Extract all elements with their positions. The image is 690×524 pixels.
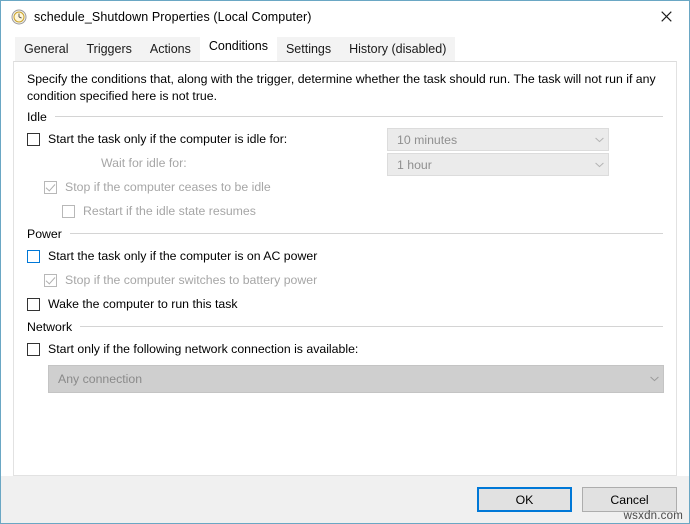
row-restart-if-idle-resumes: Restart if the idle state resumes bbox=[27, 199, 663, 223]
tab-actions[interactable]: Actions bbox=[140, 37, 200, 62]
label-start-if-ac-power: Start the task only if the computer is o… bbox=[48, 249, 318, 263]
label-restart-if-idle-resumes: Restart if the idle state resumes bbox=[83, 204, 256, 218]
chevron-down-icon bbox=[590, 162, 608, 168]
dialog-footer: OK Cancel wsxdn.com bbox=[1, 476, 689, 523]
window-title: schedule_Shutdown Properties (Local Comp… bbox=[34, 9, 312, 24]
checkbox-stop-if-ceases-idle bbox=[44, 180, 57, 194]
group-header-idle: Idle bbox=[27, 108, 663, 125]
tab-triggers[interactable]: Triggers bbox=[77, 37, 141, 62]
group-header-power: Power bbox=[27, 225, 663, 242]
row-wait-for-idle: Wait for idle for: 1 hour bbox=[27, 151, 663, 176]
group-label-idle: Idle bbox=[27, 109, 47, 124]
group-label-network: Network bbox=[27, 319, 73, 334]
tab-history[interactable]: History (disabled) bbox=[340, 37, 456, 62]
properties-dialog: schedule_Shutdown Properties (Local Comp… bbox=[0, 0, 690, 524]
row-wake-computer: Wake the computer to run this task bbox=[27, 292, 663, 316]
panel-description: Specify the conditions that, along with … bbox=[27, 72, 656, 103]
checkbox-start-if-ac-power[interactable] bbox=[27, 249, 40, 263]
checkbox-restart-if-idle-resumes bbox=[62, 204, 75, 218]
cancel-button[interactable]: Cancel bbox=[582, 487, 677, 512]
tab-settings[interactable]: Settings bbox=[276, 37, 341, 62]
clock-scheduler-icon bbox=[11, 9, 27, 25]
checkbox-stop-if-battery bbox=[44, 273, 57, 287]
label-stop-if-battery: Stop if the computer switches to battery… bbox=[65, 273, 318, 287]
label-start-if-idle: Start the task only if the computer is i… bbox=[48, 132, 288, 146]
row-start-if-ac-power: Start the task only if the computer is o… bbox=[27, 244, 663, 268]
dropdown-network-connection-value: Any connection bbox=[58, 372, 143, 386]
label-wait-for-idle: Wait for idle for: bbox=[101, 156, 187, 170]
group-divider-power bbox=[69, 233, 663, 234]
row-network-connection: Any connection bbox=[27, 361, 664, 397]
watermark: wsxdn.com bbox=[623, 510, 683, 522]
label-wake-computer: Wake the computer to run this task bbox=[48, 297, 238, 311]
checkbox-start-if-idle[interactable] bbox=[27, 132, 40, 146]
tab-strip: General Triggers Actions Conditions Sett… bbox=[1, 32, 689, 62]
dropdown-network-connection[interactable]: Any connection bbox=[48, 365, 664, 393]
row-stop-if-battery: Stop if the computer switches to battery… bbox=[27, 268, 663, 292]
checkbox-start-if-network[interactable] bbox=[27, 342, 40, 356]
tab-general[interactable]: General bbox=[15, 37, 78, 62]
chevron-down-icon bbox=[590, 137, 608, 143]
title-bar: schedule_Shutdown Properties (Local Comp… bbox=[1, 1, 689, 32]
conditions-panel: Specify the conditions that, along with … bbox=[13, 61, 677, 476]
label-stop-if-ceases-idle: Stop if the computer ceases to be idle bbox=[65, 180, 271, 194]
checkbox-wake-computer[interactable] bbox=[27, 297, 40, 311]
label-start-if-network: Start only if the following network conn… bbox=[48, 342, 359, 356]
tab-conditions[interactable]: Conditions bbox=[199, 36, 277, 61]
dropdown-wait-duration-value: 1 hour bbox=[397, 157, 432, 172]
close-icon[interactable] bbox=[643, 1, 689, 31]
group-divider-network bbox=[80, 326, 663, 327]
row-start-if-idle: Start the task only if the computer is i… bbox=[27, 127, 663, 151]
group-header-network: Network bbox=[27, 318, 663, 335]
row-start-if-network: Start only if the following network conn… bbox=[27, 337, 663, 361]
ok-button[interactable]: OK bbox=[477, 487, 572, 512]
group-label-power: Power bbox=[27, 226, 62, 241]
dropdown-idle-duration-value: 10 minutes bbox=[397, 132, 458, 147]
dropdown-wait-duration[interactable]: 1 hour bbox=[387, 153, 609, 176]
dropdown-idle-duration[interactable]: 10 minutes bbox=[387, 128, 609, 151]
chevron-down-icon bbox=[645, 376, 663, 382]
row-stop-if-ceases-idle: Stop if the computer ceases to be idle bbox=[27, 175, 663, 199]
group-divider-idle bbox=[54, 116, 663, 117]
